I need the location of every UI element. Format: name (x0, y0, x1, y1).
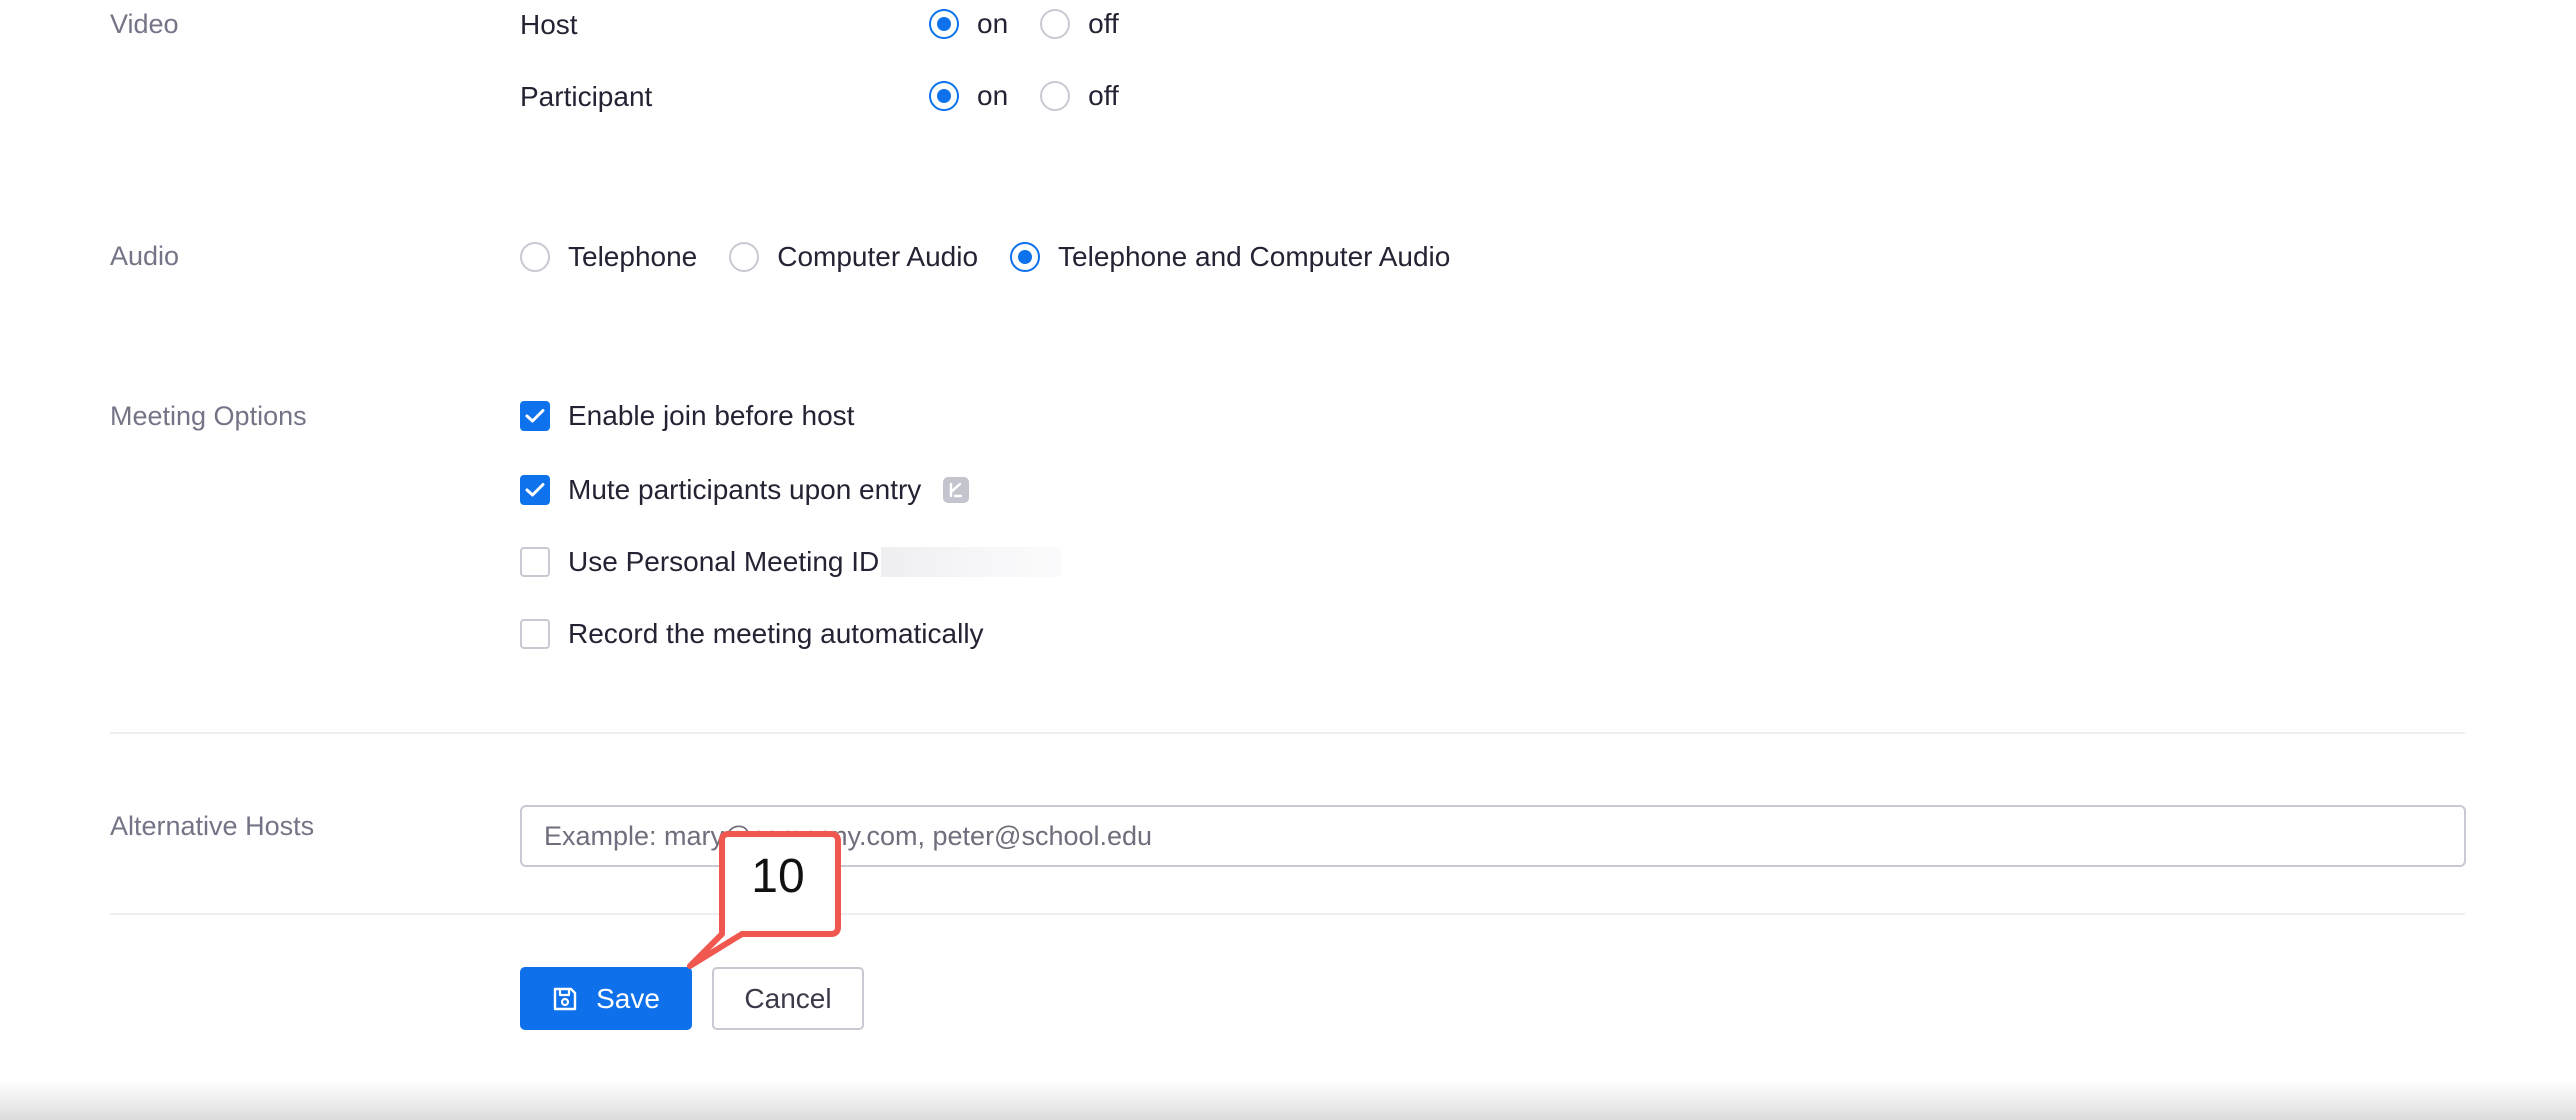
audio-telephone-option[interactable]: Telephone (520, 242, 697, 272)
video-participant-off-radio[interactable] (1040, 81, 1071, 111)
enable-join-before-host-label: Enable join before host (568, 400, 855, 431)
step-annotation-callout (687, 831, 841, 969)
enable-join-before-host-checkbox[interactable] (520, 401, 550, 431)
window-bottom-edge (0, 1080, 2576, 1120)
video-host-label: Host (520, 9, 578, 40)
video-participant-label: Participant (520, 81, 653, 112)
video-participant-radio-group: on off (929, 81, 1119, 111)
video-participant-on-radio[interactable] (929, 81, 959, 111)
audio-section-label: Audio (110, 241, 180, 271)
use-personal-meeting-id-checkbox[interactable] (520, 547, 550, 577)
meeting-options-section-label: Meeting Options (110, 401, 307, 431)
audio-both-option[interactable]: Telephone and Computer Audio (1010, 242, 1450, 272)
use-personal-meeting-id-option[interactable]: Use Personal Meeting ID (520, 546, 1062, 577)
audio-telephone-radio[interactable] (520, 242, 550, 272)
divider (110, 913, 2465, 915)
record-automatically-checkbox[interactable] (520, 619, 550, 649)
save-button[interactable]: Save (520, 967, 692, 1030)
enable-join-before-host-option[interactable]: Enable join before host (520, 401, 854, 431)
divider (110, 732, 2465, 734)
record-automatically-option[interactable]: Record the meeting automatically (520, 619, 984, 649)
save-icon (552, 986, 578, 1012)
video-host-on-radio[interactable] (929, 9, 959, 39)
use-personal-meeting-id-label: Use Personal Meeting ID (568, 546, 880, 577)
video-participant-on-option[interactable]: on (929, 81, 1008, 111)
video-host-on-option[interactable]: on (929, 9, 1008, 39)
video-host-off-radio[interactable] (1040, 9, 1071, 39)
video-host-on-label: on (977, 8, 1009, 39)
video-section-label: Video (110, 9, 179, 39)
save-button-label: Save (596, 982, 660, 1014)
checkmark-icon (525, 483, 545, 497)
checkmark-icon (525, 409, 545, 423)
audio-both-radio[interactable] (1010, 242, 1041, 272)
video-participant-off-label: off (1088, 80, 1119, 111)
audio-computer-label: Computer Audio (777, 241, 979, 272)
audio-computer-option[interactable]: Computer Audio (729, 242, 978, 272)
mute-participants-option[interactable]: Mute participants upon entry (520, 474, 970, 505)
cancel-button[interactable]: Cancel (712, 967, 864, 1030)
audio-both-label: Telephone and Computer Audio (1058, 241, 1451, 272)
video-participant-on-label: on (977, 80, 1009, 111)
record-automatically-label: Record the meeting automatically (568, 618, 984, 649)
video-host-off-label: off (1088, 8, 1119, 39)
audio-telephone-label: Telephone (568, 241, 698, 272)
cancel-button-label: Cancel (744, 982, 832, 1014)
video-participant-off-option[interactable]: off (1040, 81, 1119, 111)
step-number-label: 10 (751, 850, 805, 903)
audio-radio-group: Telephone Computer Audio Telephone and C… (520, 242, 1450, 272)
mute-participants-label: Mute participants upon entry (568, 474, 922, 505)
info-icon[interactable] (943, 477, 970, 503)
video-host-radio-group: on off (929, 9, 1119, 39)
mute-participants-checkbox[interactable] (520, 475, 550, 505)
audio-computer-radio[interactable] (729, 242, 760, 272)
alternative-hosts-section-label: Alternative Hosts (110, 811, 315, 841)
video-host-off-option[interactable]: off (1040, 9, 1119, 39)
redacted-meeting-id (881, 547, 1062, 577)
